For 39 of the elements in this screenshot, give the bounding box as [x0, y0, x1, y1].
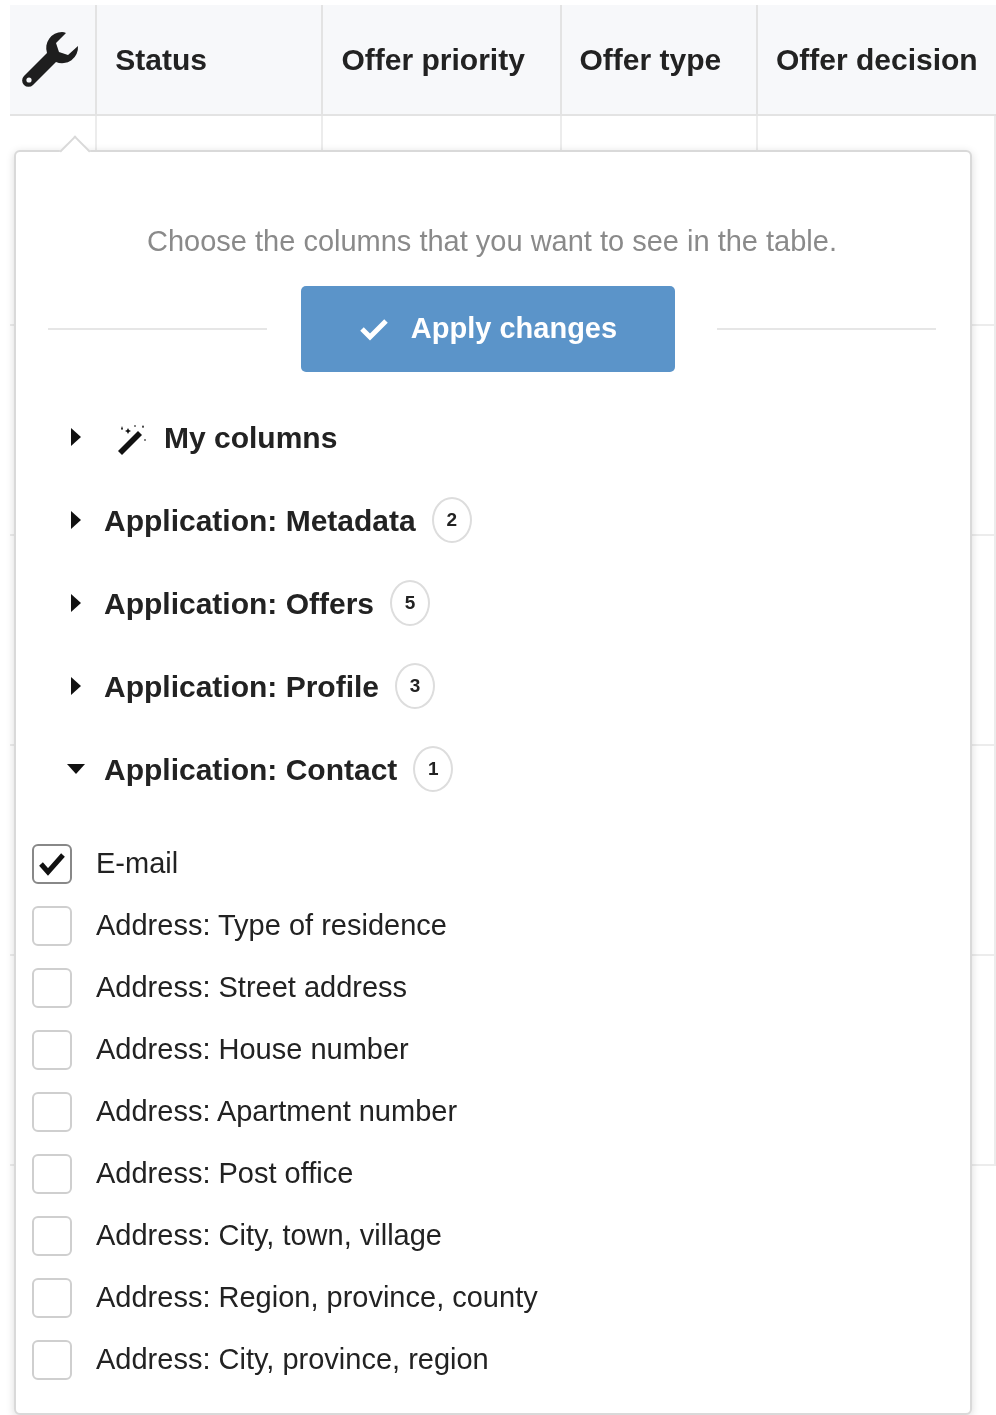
- count-badge: 5: [390, 580, 430, 626]
- checkbox-label: Address: Street address: [96, 969, 408, 1005]
- group-header[interactable]: Application: Offers 5: [64, 561, 936, 645]
- count-badge: 2: [431, 497, 472, 543]
- checkbox-label: E-mail: [96, 845, 179, 881]
- checkbox-label: Address: Apartment number: [96, 1093, 458, 1129]
- caret-icon: [70, 593, 82, 613]
- group-header[interactable]: My columns: [64, 395, 936, 479]
- group-header[interactable]: Application: Contact 1: [64, 727, 936, 811]
- check-icon: [358, 316, 389, 341]
- checkbox[interactable]: [32, 1277, 72, 1318]
- checkbox-label: Address: Post office: [96, 1155, 354, 1191]
- checkbox[interactable]: [32, 1339, 72, 1380]
- checkbox-label: Address: Region, province, county: [96, 1279, 538, 1315]
- caret-icon: [66, 763, 86, 775]
- checkbox-label: Address: House number: [96, 1031, 409, 1067]
- column-header[interactable]: Offer type: [561, 5, 758, 114]
- checkbox[interactable]: [32, 1215, 72, 1256]
- checkbox[interactable]: [32, 1091, 72, 1132]
- checkbox[interactable]: [32, 1029, 72, 1070]
- group-header[interactable]: Application: Profile 3: [64, 644, 936, 728]
- count-badge: 3: [395, 663, 435, 709]
- checkbox[interactable]: [32, 1153, 72, 1194]
- caret-icon: [70, 510, 82, 530]
- checkbox-label: Address: City, province, region: [96, 1341, 489, 1377]
- checkbox[interactable]: [32, 905, 72, 946]
- column-header[interactable]: Status: [97, 5, 324, 114]
- caret-icon: [70, 427, 82, 447]
- check-icon: [38, 851, 66, 876]
- column-header[interactable]: Offer priority: [323, 5, 562, 114]
- checkbox-label: Address: City, town, village: [96, 1217, 442, 1253]
- checkbox[interactable]: [32, 843, 72, 884]
- caret-icon: [70, 676, 82, 696]
- column-header[interactable]: Offer decision: [757, 5, 996, 114]
- group-header[interactable]: Application: Metadata 2: [64, 478, 936, 562]
- count-badge: 1: [413, 746, 454, 792]
- description-text: Choose the columns that you want to see in the table.: [146, 224, 838, 259]
- checkbox-label: Address: Type of residence: [96, 907, 447, 943]
- checkbox[interactable]: [32, 967, 72, 1008]
